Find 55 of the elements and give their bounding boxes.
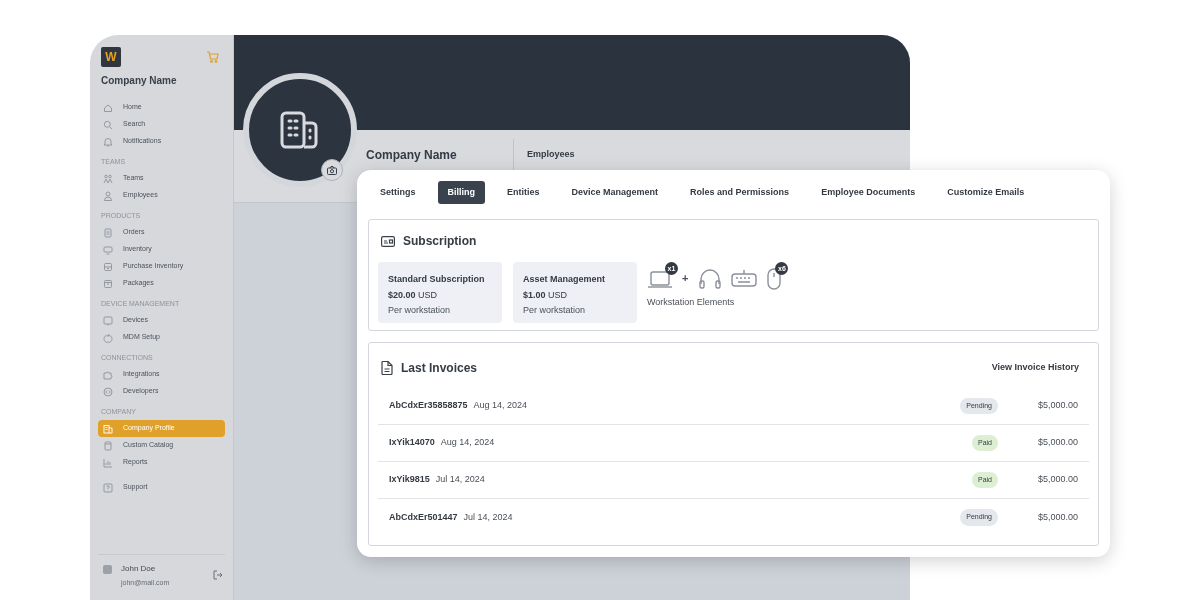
building-icon	[280, 111, 320, 149]
camera-icon	[327, 165, 337, 175]
invoice-amount: $5,000.00	[1036, 473, 1078, 487]
box-icon	[103, 261, 113, 272]
people-icon	[103, 173, 113, 184]
tab[interactable]: Billing	[437, 181, 485, 204]
search-icon	[103, 119, 113, 130]
invoice-id: IxYik14070	[389, 436, 435, 450]
workstation-label: Workstation Elements	[647, 296, 736, 309]
invoice-id: AbCdxEr501447	[389, 510, 458, 524]
logout-icon[interactable]	[213, 570, 223, 581]
tab[interactable]: Settings	[370, 181, 426, 204]
invoice-amount: $5,000.00	[1036, 436, 1078, 450]
panel-title: Last Invoices	[401, 360, 478, 377]
document-icon	[103, 227, 113, 238]
tab[interactable]: Entities	[497, 181, 550, 204]
invoice-amount: $5,000.00	[1036, 510, 1078, 524]
user-name: John Doe	[121, 562, 157, 575]
view-history-link[interactable]: View Invoice History	[991, 361, 1079, 375]
user-avatar	[103, 564, 112, 574]
tab[interactable]: Roles and Permissions	[680, 181, 800, 204]
chart-icon	[103, 457, 113, 468]
headset-icon	[697, 266, 724, 290]
tab[interactable]: Employee Documents	[811, 181, 926, 204]
plan-unit: Per workstation	[523, 304, 587, 317]
home-icon	[103, 102, 113, 113]
plan-price: $20.00 USD	[388, 288, 439, 302]
invoice-date: Aug 14, 2024	[473, 399, 528, 413]
invoice-date: Jul 14, 2024	[463, 510, 513, 524]
document-icon	[381, 361, 393, 375]
building-icon	[103, 423, 113, 434]
person-icon	[103, 190, 113, 201]
monitor-icon	[103, 244, 113, 255]
logo: W	[101, 47, 121, 67]
invoice-amount: $5,000.00	[1036, 399, 1078, 413]
tab[interactable]: Device Management	[561, 181, 669, 204]
company-name: Company Name	[366, 147, 458, 164]
company-name: Company Name	[100, 74, 178, 88]
invoice-date: Jul 14, 2024	[435, 473, 485, 487]
card-icon	[381, 235, 395, 247]
mouse-icon	[765, 266, 784, 290]
plan-price: $1.00 USD	[523, 288, 569, 302]
question-icon	[103, 482, 113, 493]
panel-title: Subscription	[403, 233, 477, 250]
invoice-id: IxYik9815	[389, 473, 430, 487]
plan-name: Asset Management	[523, 273, 607, 286]
bell-icon	[103, 136, 113, 147]
plan-unit: Per workstation	[388, 304, 452, 317]
stat-label: Employees	[527, 148, 575, 161]
plan-name: Standard Subscription	[388, 273, 486, 286]
box-icon	[103, 278, 113, 289]
invoice-id: AbCdxEr35858875	[389, 399, 468, 413]
plus-sign: +	[682, 270, 689, 286]
invoice-date: Aug 14, 2024	[440, 436, 495, 450]
tab[interactable]: Customize Emails	[937, 181, 1035, 204]
